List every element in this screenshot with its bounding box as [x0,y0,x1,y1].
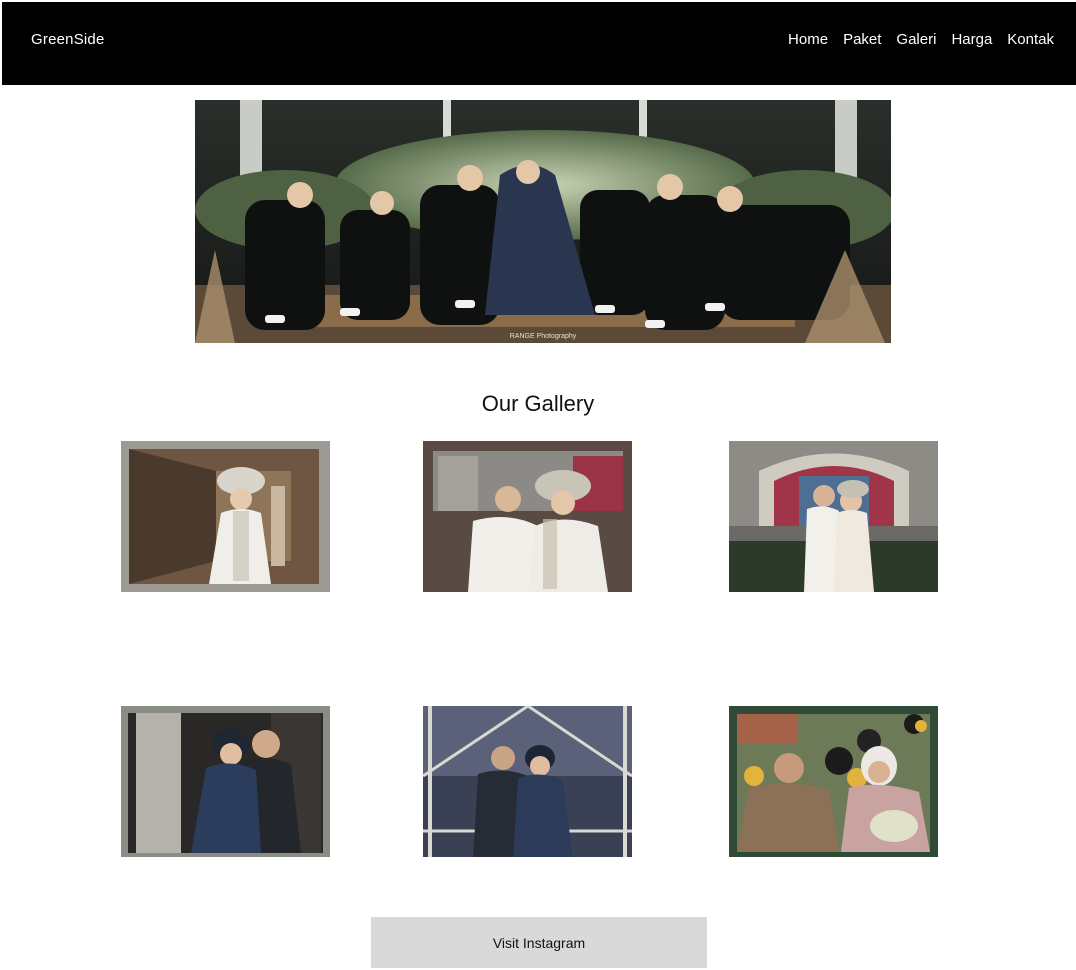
visit-instagram-button[interactable]: Visit Instagram [371,917,707,968]
navbar: GreenSide Home Paket Galeri Harga Kontak [2,2,1076,85]
nav-link-harga[interactable]: Harga [951,31,992,48]
hero-group-photo: RANGE Photography [195,100,891,343]
nav-link-paket[interactable]: Paket [843,31,881,48]
nav-link-galeri[interactable]: Galeri [896,31,936,48]
gallery-title: Our Gallery [481,391,595,416]
gallery-photo-4[interactable] [121,706,330,857]
nav-link-kontak[interactable]: Kontak [1007,31,1054,48]
brand-logo[interactable]: GreenSide [31,31,105,48]
gallery-photo-1[interactable] [121,441,330,592]
nav-link-home[interactable]: Home [788,31,828,48]
gallery-photo-3[interactable] [729,441,938,592]
nav-menu: Home Paket Galeri Harga Kontak [788,31,1054,48]
hero-watermark: RANGE Photography [510,333,577,340]
gallery-photo-5[interactable] [423,706,632,857]
gallery-photo-6[interactable] [729,706,938,857]
gallery-photo-2[interactable] [423,441,632,592]
